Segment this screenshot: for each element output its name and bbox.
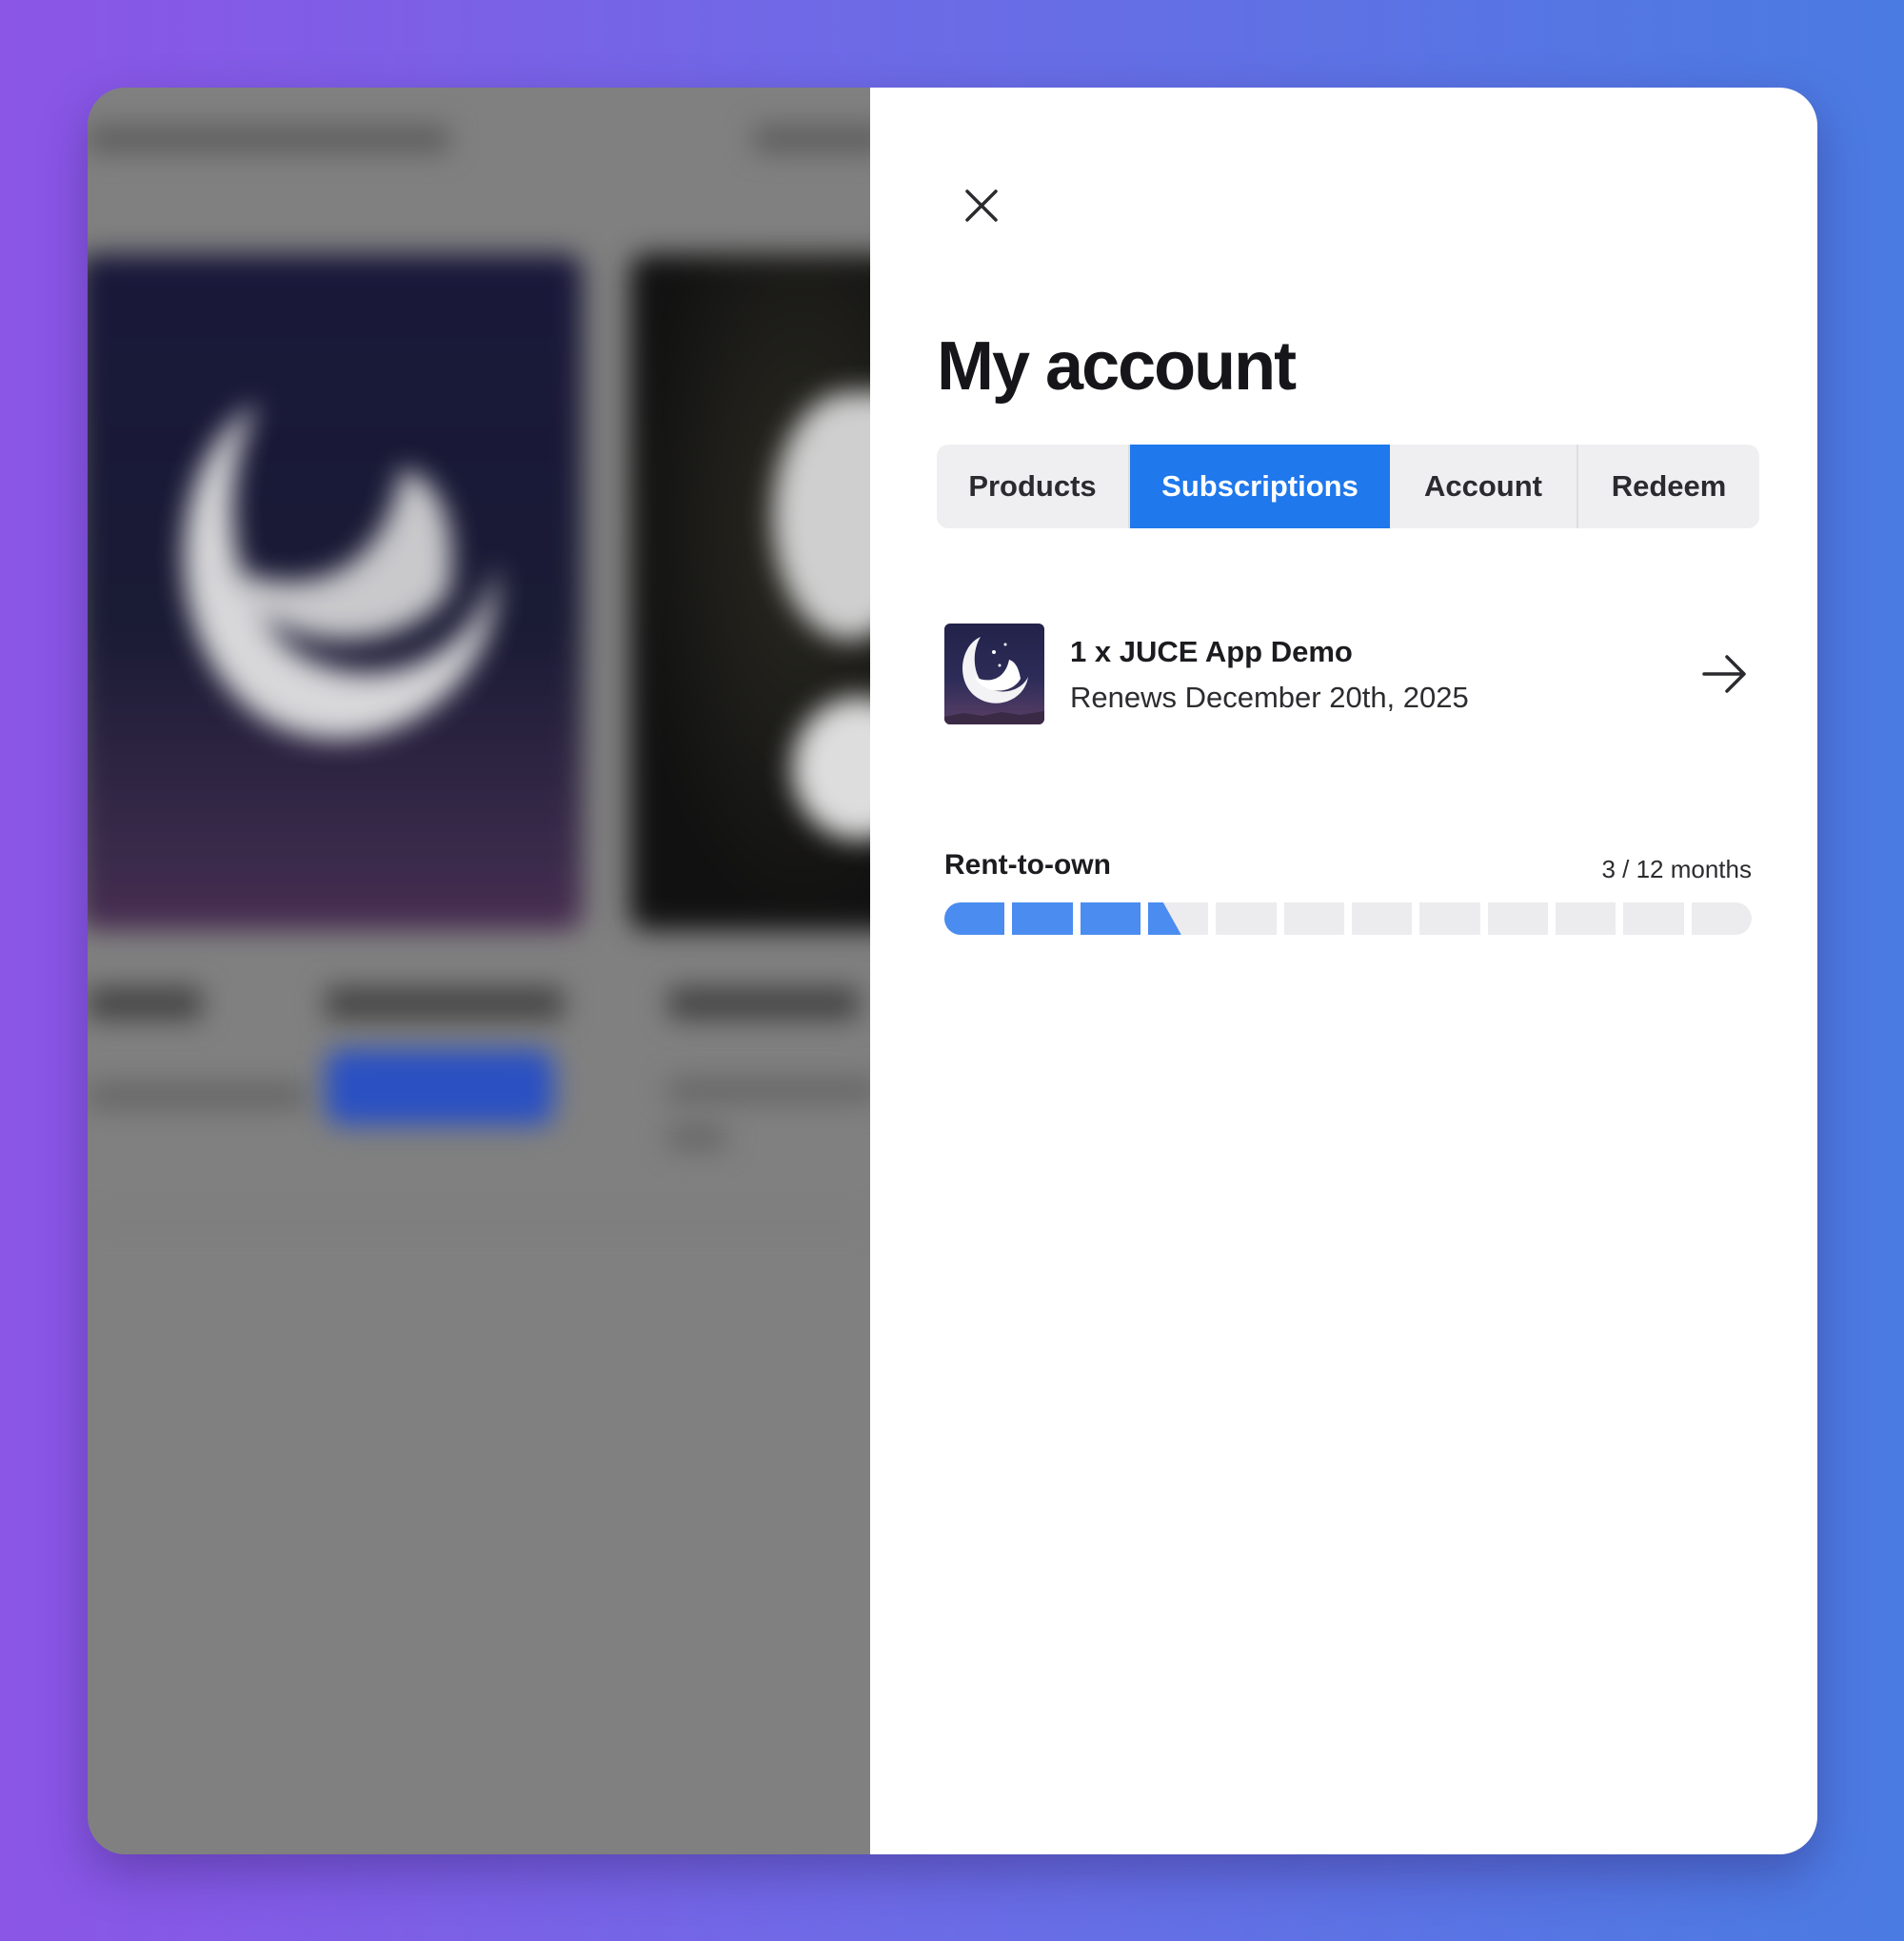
progress-segment (1147, 902, 1209, 935)
tab-redeem[interactable]: Redeem (1578, 445, 1759, 528)
blurred-background-app (88, 88, 870, 1854)
progress-segment (1487, 902, 1548, 935)
rent-to-own-count: 3 / 12 months (1601, 855, 1752, 883)
progress-segment (1283, 902, 1344, 935)
progress-segment (1080, 902, 1140, 935)
close-icon (965, 189, 998, 222)
progress-segment (1012, 902, 1073, 935)
progress-segment (1351, 902, 1413, 935)
close-button[interactable] (958, 182, 1005, 229)
account-tabs: Products Subscriptions Account Redeem (937, 445, 1759, 528)
progress-segment (944, 902, 1005, 935)
progress-segment (1691, 902, 1752, 935)
account-panel: My account Products Subscriptions Accoun… (870, 88, 1817, 1854)
progress-segment (1419, 902, 1480, 935)
moon-app-icon (944, 637, 1044, 724)
app-thumbnail (944, 624, 1044, 724)
tab-products[interactable]: Products (937, 445, 1130, 528)
progress-segment (1216, 902, 1277, 935)
subscription-item[interactable]: 1 x JUCE App Demo Renews December 20th, … (937, 624, 1759, 724)
page-title: My account (937, 328, 1297, 405)
rent-to-own-progress (944, 902, 1752, 935)
progress-segment (1623, 902, 1684, 935)
progress-segment (1555, 902, 1616, 935)
app-window: My account Products Subscriptions Accoun… (88, 88, 1817, 1854)
arrow-right-icon[interactable] (1698, 648, 1750, 700)
tab-account[interactable]: Account (1390, 445, 1578, 528)
subscription-name: 1 x JUCE App Demo (1070, 635, 1353, 668)
background-moon-image (184, 402, 498, 740)
subscription-renewal: Renews December 20th, 2025 (1070, 681, 1469, 714)
tab-subscriptions[interactable]: Subscriptions (1130, 445, 1390, 528)
rent-to-own-label: Rent-to-own (944, 849, 1111, 881)
